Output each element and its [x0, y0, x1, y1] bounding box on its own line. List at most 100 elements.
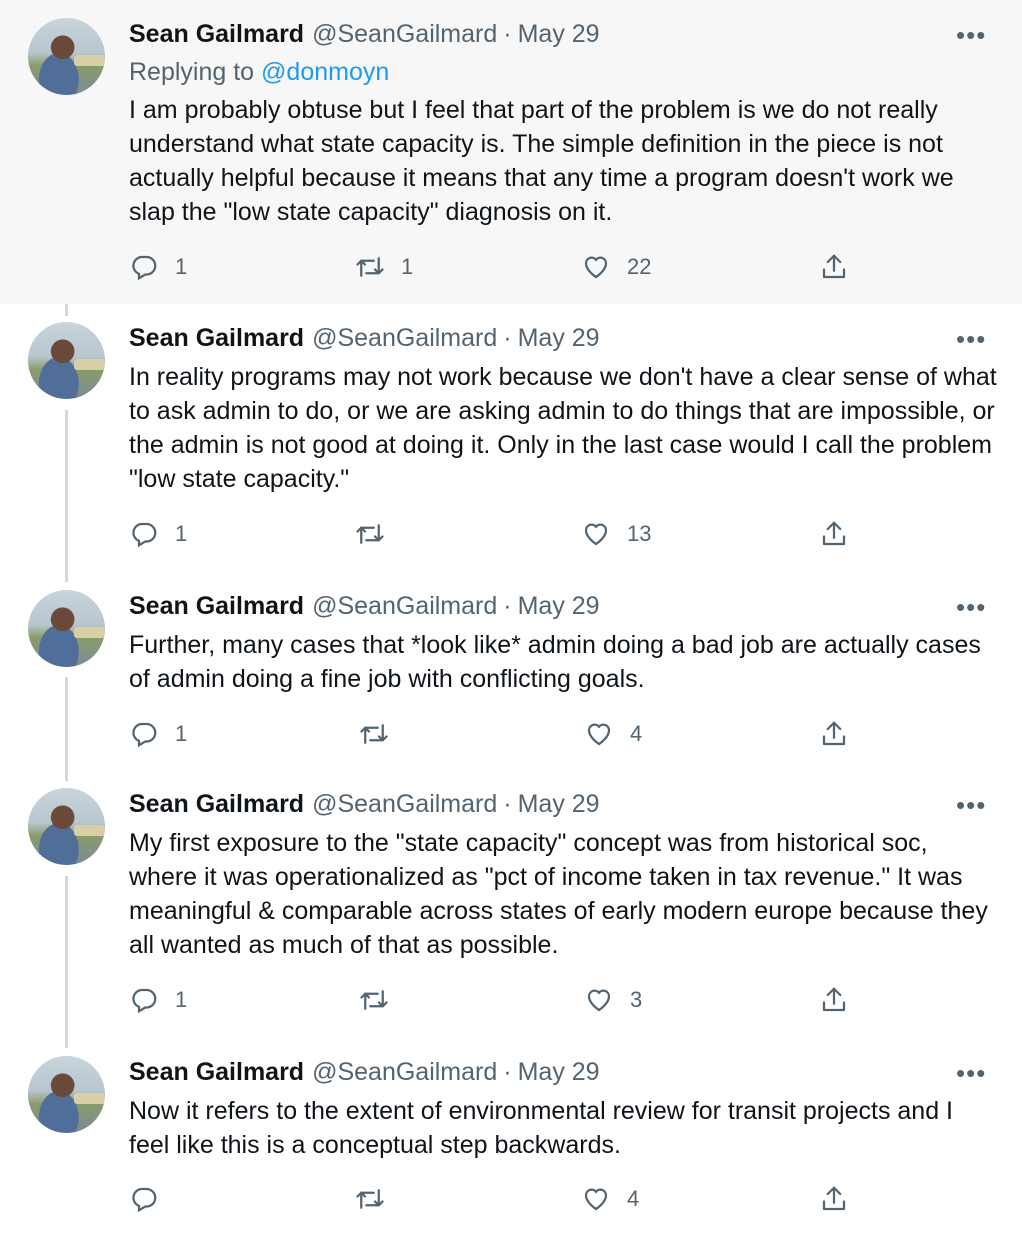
- tweet[interactable]: Sean Gailmard @SeanGailmard · May 29 •••…: [0, 770, 1022, 1038]
- like-count: 4: [630, 721, 643, 746]
- tweet[interactable]: Sean Gailmard @SeanGailmard · May 29 •••…: [0, 304, 1022, 572]
- separator: ·: [503, 1058, 512, 1086]
- action-bar: 1 3: [129, 982, 859, 1018]
- reply-icon: [132, 722, 157, 748]
- tweet[interactable]: Sean Gailmard @SeanGailmard · May 29 •••…: [0, 0, 1022, 304]
- share-icon: [822, 254, 846, 279]
- tweet-text: I am probably obtuse but I feel that par…: [129, 96, 954, 226]
- reply-button[interactable]: 1: [129, 516, 187, 552]
- tweet-date[interactable]: May 29: [518, 790, 600, 819]
- tweet-date[interactable]: May 29: [518, 592, 600, 621]
- more-options-icon[interactable]: •••: [956, 326, 986, 354]
- more-options-icon[interactable]: •••: [956, 22, 986, 50]
- author-name[interactable]: Sean Gailmard: [129, 592, 304, 621]
- tweet-text: In reality programs may not work because…: [129, 363, 997, 493]
- reply-button[interactable]: [129, 1181, 175, 1217]
- tweet[interactable]: Sean Gailmard @SeanGailmard · May 29 •••…: [0, 1038, 1022, 1234]
- like-count: 4: [627, 1186, 640, 1211]
- author-handle[interactable]: @SeanGailmard: [312, 592, 497, 621]
- author-name[interactable]: Sean Gailmard: [129, 20, 304, 49]
- tweet-date[interactable]: May 29: [518, 20, 600, 49]
- share-button[interactable]: [819, 249, 849, 285]
- tweet-header: Sean Gailmard @SeanGailmard · May 29: [129, 20, 600, 50]
- share-button[interactable]: [819, 716, 849, 752]
- share-button[interactable]: [819, 982, 849, 1018]
- like-button[interactable]: 4: [581, 1181, 639, 1217]
- reply-button[interactable]: 1: [129, 249, 187, 285]
- reply-count: 1: [175, 987, 188, 1012]
- action-bar: 1 4: [129, 716, 859, 752]
- author-handle[interactable]: @SeanGailmard: [312, 324, 497, 353]
- more-options-icon[interactable]: •••: [956, 594, 986, 622]
- like-count: 13: [627, 521, 652, 546]
- tweet-header: Sean Gailmard @SeanGailmard · May 29: [129, 1058, 600, 1088]
- heart-icon: [587, 723, 611, 746]
- share-button[interactable]: [819, 1181, 849, 1217]
- reply-icon: [132, 522, 157, 548]
- heart-icon: [587, 989, 611, 1012]
- reply-button[interactable]: 1: [129, 982, 187, 1018]
- mention-link[interactable]: @donmoyn: [261, 58, 389, 86]
- tweet-text: Now it refers to the extent of environme…: [129, 1097, 953, 1159]
- more-options-icon[interactable]: •••: [956, 792, 986, 820]
- share-icon: [822, 987, 846, 1012]
- like-button[interactable]: 22: [581, 249, 651, 285]
- action-bar: 4: [129, 1181, 859, 1217]
- like-button[interactable]: 3: [584, 982, 642, 1018]
- avatar[interactable]: [28, 18, 105, 95]
- retweet-button[interactable]: [359, 716, 405, 752]
- author-name[interactable]: Sean Gailmard: [129, 790, 304, 819]
- share-icon: [822, 721, 846, 746]
- author-name[interactable]: Sean Gailmard: [129, 1058, 304, 1087]
- heart-icon: [584, 523, 608, 546]
- tweet-text: Further, many cases that *look like* adm…: [129, 631, 981, 693]
- author-handle[interactable]: @SeanGailmard: [312, 1058, 497, 1087]
- tweet-text: My first exposure to the "state capacity…: [129, 829, 988, 959]
- reply-icon: [132, 1187, 157, 1213]
- avatar[interactable]: [28, 590, 105, 667]
- action-bar: 1 1 22: [129, 249, 859, 285]
- tweet-header: Sean Gailmard @SeanGailmard · May 29: [129, 324, 600, 354]
- separator: ·: [503, 324, 512, 352]
- separator: ·: [503, 20, 512, 48]
- reply-button[interactable]: 1: [129, 716, 187, 752]
- avatar[interactable]: [28, 1056, 105, 1133]
- like-count: 22: [627, 254, 652, 279]
- retweet-button[interactable]: [359, 982, 405, 1018]
- reply-count: 1: [175, 254, 188, 279]
- heart-icon: [584, 256, 608, 279]
- like-button[interactable]: 4: [584, 716, 642, 752]
- author-handle[interactable]: @SeanGailmard: [312, 790, 497, 819]
- author-name[interactable]: Sean Gailmard: [129, 324, 304, 353]
- tweet[interactable]: Sean Gailmard @SeanGailmard · May 29 •••…: [0, 572, 1022, 770]
- retweet-icon: [360, 990, 388, 1010]
- retweet-icon: [356, 1189, 384, 1209]
- replying-prefix: Replying to: [129, 58, 255, 86]
- tweet-date[interactable]: May 29: [518, 324, 600, 353]
- tweet-date[interactable]: May 29: [518, 1058, 600, 1087]
- retweet-icon: [356, 257, 384, 277]
- author-handle[interactable]: @SeanGailmard: [312, 20, 497, 49]
- reply-count: 1: [175, 721, 188, 746]
- replying-to: Replying to @donmoyn: [129, 58, 389, 87]
- more-options-icon[interactable]: •••: [956, 1060, 986, 1088]
- retweet-icon: [360, 724, 388, 744]
- avatar[interactable]: [28, 322, 105, 399]
- reply-icon: [132, 255, 157, 281]
- action-bar: 1 13: [129, 516, 859, 552]
- tweet-header: Sean Gailmard @SeanGailmard · May 29: [129, 790, 600, 820]
- heart-icon: [584, 1188, 608, 1211]
- separator: ·: [503, 790, 512, 818]
- avatar[interactable]: [28, 788, 105, 865]
- tweet-header: Sean Gailmard @SeanGailmard · May 29: [129, 592, 600, 622]
- retweet-button[interactable]: [355, 516, 401, 552]
- reply-count: 1: [175, 521, 188, 546]
- reply-icon: [132, 988, 157, 1014]
- retweet-icon: [356, 524, 384, 544]
- retweet-button[interactable]: 1: [355, 249, 413, 285]
- share-icon: [822, 1186, 846, 1211]
- retweet-count: 1: [401, 254, 414, 279]
- like-button[interactable]: 13: [581, 516, 651, 552]
- share-button[interactable]: [819, 516, 849, 552]
- retweet-button[interactable]: [355, 1181, 401, 1217]
